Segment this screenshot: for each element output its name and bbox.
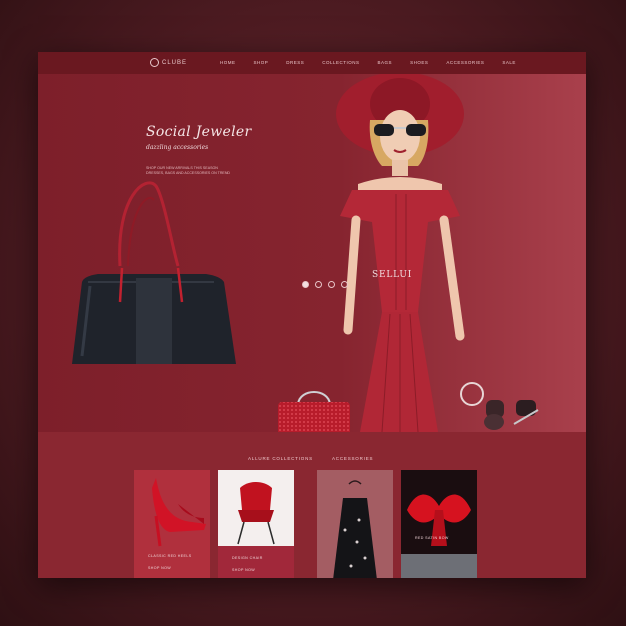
hero-subtitle: dazzling accessories: [146, 144, 209, 151]
nav-item-collections[interactable]: COLLECTIONS: [322, 60, 359, 65]
nav-item-bags[interactable]: BAGS: [378, 60, 393, 65]
black-dress-image: [333, 480, 377, 578]
red-chair-image: [237, 482, 275, 545]
top-navbar: CLUBE HOME SHOP DRESS COLLECTIONS BAGS S…: [38, 52, 586, 74]
hero-banner: Social Jeweler dazzling accessories SHOP…: [38, 74, 586, 442]
nav-item-shop[interactable]: SHOP: [254, 60, 269, 65]
card-caption: DESIGN CHAIR: [232, 556, 263, 560]
card-footer: [218, 546, 294, 578]
section-label-collections: ALLURE COLLECTIONS: [248, 456, 313, 461]
card-caption: RED SATIN BOW: [415, 536, 449, 540]
website-page: CLUBE HOME SHOP DRESS COLLECTIONS BAGS S…: [38, 52, 586, 578]
carousel-dot-1[interactable]: [302, 281, 309, 288]
brand-name: CLUBE: [162, 59, 188, 66]
nav-item-sale[interactable]: SALE: [502, 60, 516, 65]
carousel-dot-2[interactable]: [315, 281, 322, 288]
hero-title: Social Jeweler: [146, 124, 252, 140]
carousel-dot-4[interactable]: [341, 281, 348, 288]
nav-menu: HOME SHOP DRESS COLLECTIONS BAGS SHOES A…: [220, 60, 516, 65]
nav-item-dress[interactable]: DRESS: [286, 60, 304, 65]
nav-item-accessories[interactable]: ACCESSORIES: [446, 60, 484, 65]
product-section: ALLURE COLLECTIONS ACCESSORIES CLASSIC R…: [38, 432, 586, 578]
red-heels-image: [152, 478, 206, 547]
card-footer: [401, 554, 477, 578]
section-label-accessories: ACCESSORIES: [332, 456, 374, 461]
product-card-chair[interactable]: DESIGN CHAIR SHOP NOW: [218, 470, 294, 578]
product-card-dress[interactable]: [317, 470, 393, 578]
carousel-dot-3[interactable]: [328, 281, 335, 288]
nav-item-shoes[interactable]: SHOES: [410, 60, 428, 65]
product-card-heels[interactable]: CLASSIC RED HEELS SHOP NOW: [134, 470, 210, 578]
handbag-image[interactable]: [68, 156, 238, 366]
card-caption-cta[interactable]: SHOP NOW: [148, 566, 171, 570]
brand-logo[interactable]: CLUBE: [150, 58, 187, 67]
brand-mark-icon: [150, 58, 159, 67]
card-caption: CLASSIC RED HEELS: [148, 554, 192, 558]
product-card-satin[interactable]: RED SATIN BOW: [401, 470, 477, 578]
card-caption-cta[interactable]: SHOP NOW: [232, 568, 255, 572]
carousel-dots: [302, 281, 348, 288]
hero-caption: SELLUI: [372, 270, 413, 280]
nav-item-home[interactable]: HOME: [220, 60, 236, 65]
